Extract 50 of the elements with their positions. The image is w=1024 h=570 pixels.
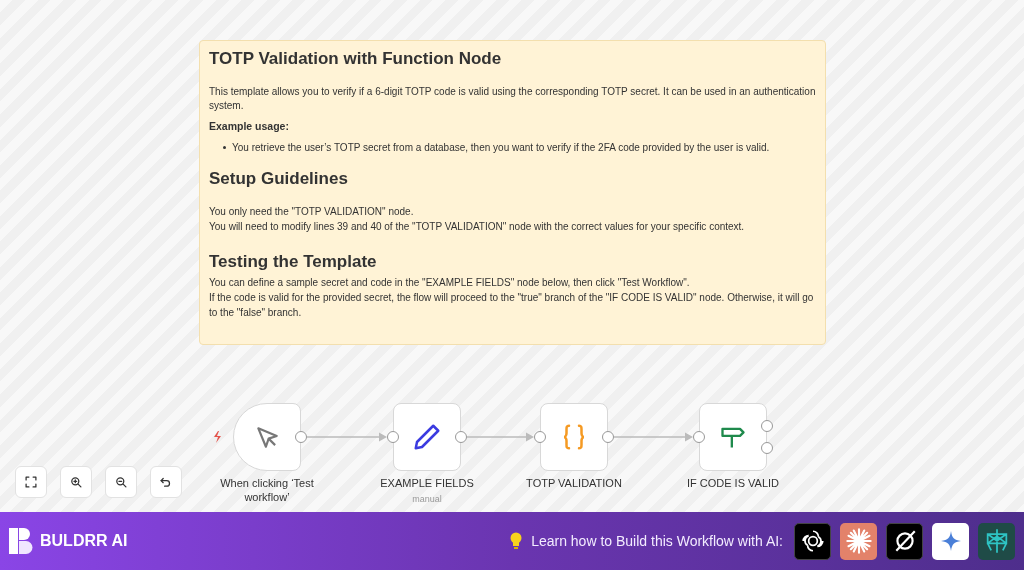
- output-handle[interactable]: [602, 431, 614, 443]
- fit-view-icon: [24, 475, 38, 489]
- note-paragraph: If the code is valid for the provided secret, the flow will proceed to the "true" branch of the "IF CODE IS VALID" node. Otherwise, it will go to the "false" branch.: [209, 290, 815, 320]
- workflow-node[interactable]: [540, 403, 608, 471]
- zoom-out-button[interactable]: [105, 466, 137, 498]
- lightbulb-icon: [510, 532, 523, 550]
- input-handle[interactable]: [534, 431, 546, 443]
- brand-name: BULDRR AI: [40, 531, 128, 551]
- ai-tool-button[interactable]: [886, 522, 923, 560]
- node-label: When clicking ‘Test workflow’: [219, 476, 315, 504]
- ai-tool-button[interactable]: [794, 522, 831, 560]
- bullet-icon: [223, 145, 226, 149]
- node-label: TOTP VALIDATION: [525, 476, 623, 490]
- node-label: EXAMPLE FIELDS: [379, 476, 475, 490]
- sticky-note[interactable]: [199, 40, 826, 345]
- zoom-in-icon: [69, 475, 83, 489]
- ai-tool-button[interactable]: [932, 522, 969, 560]
- undo-button[interactable]: [150, 466, 182, 498]
- note-heading: Setup Guidelines: [209, 168, 349, 189]
- connector-arrow: [466, 432, 534, 442]
- starburst-logo-icon: [844, 527, 873, 555]
- fit-view-button[interactable]: [15, 466, 47, 498]
- note-heading: Testing the Template: [209, 251, 378, 272]
- note-paragraph: This template allows you to verify if a 6-digit TOTP code is valid using the corresponding TOTP secret. It can be used in an authentication system.: [209, 85, 816, 113]
- note-title: TOTP Validation with Function Node: [209, 49, 503, 69]
- node-label: IF CODE IS VALID: [685, 476, 781, 490]
- input-handle[interactable]: [387, 431, 399, 443]
- output-handle[interactable]: [295, 431, 307, 443]
- false-output-handle[interactable]: [761, 442, 773, 454]
- ai-tool-button[interactable]: [840, 522, 877, 560]
- cursor-icon: [254, 424, 280, 450]
- zoom-out-icon: [114, 475, 128, 489]
- output-handle[interactable]: [455, 431, 467, 443]
- footer-prompt: Learn how to Build this Workflow with AI:: [531, 531, 783, 551]
- note-subheading: Example usage:: [209, 119, 290, 134]
- true-output-handle[interactable]: [761, 420, 773, 432]
- zoom-in-button[interactable]: [60, 466, 92, 498]
- node-subtitle: manual: [411, 493, 443, 506]
- workflow-node[interactable]: [233, 403, 301, 471]
- note-paragraph: You can define a sample secret and code in the "EXAMPLE FIELDS" node below, then click "Test Workflow".: [209, 275, 691, 290]
- pencil-icon: [412, 422, 442, 452]
- bullet-text: You retrieve the user’s TOTP secret from a database, then you want to verify if the 2FA code provided by the user is valid.: [232, 140, 770, 155]
- workflow-node[interactable]: [393, 403, 461, 471]
- lightning-icon: [214, 431, 221, 443]
- undo-icon: [159, 475, 173, 489]
- workflow-node[interactable]: [699, 403, 767, 471]
- logo-icon: [9, 528, 33, 554]
- note-paragraph: You only need the "TOTP VALIDATION" node.: [209, 204, 415, 219]
- input-handle[interactable]: [693, 431, 705, 443]
- note-paragraph: You will need to modify lines 39 and 40 of the "TOTP VALIDATION" node with the correct values for your specific context.: [209, 219, 746, 234]
